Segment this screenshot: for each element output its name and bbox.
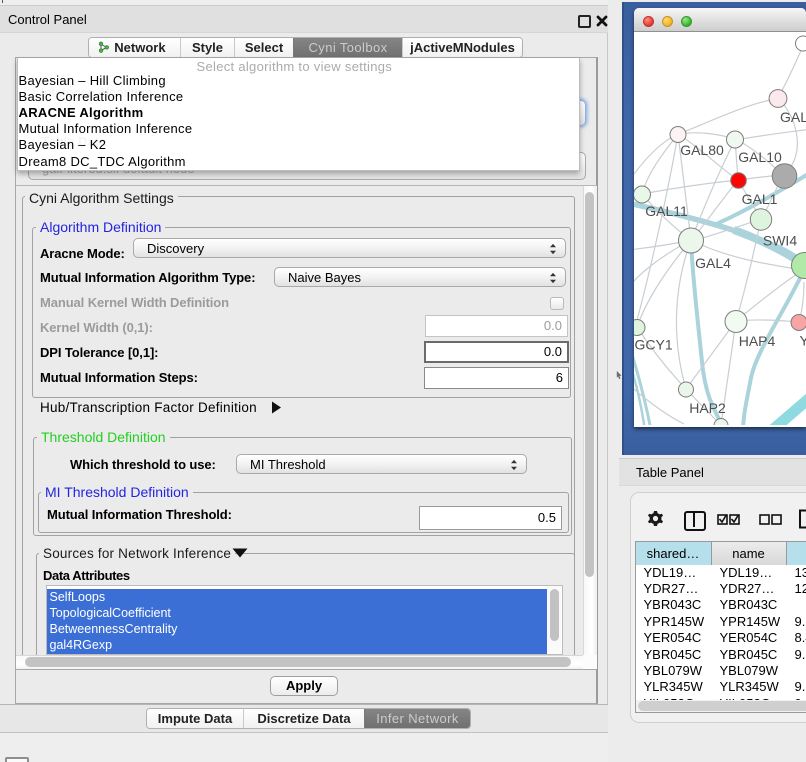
svg-text:GAL10: GAL10 xyxy=(738,149,782,165)
svg-text:GAL2: GAL2 xyxy=(780,109,806,125)
svg-text:HAP4: HAP4 xyxy=(739,333,776,349)
svg-text:GAL1: GAL1 xyxy=(742,191,778,207)
svg-text:GAL4: GAL4 xyxy=(695,255,731,271)
svg-text:YEL: YEL xyxy=(800,332,806,348)
svg-text:HAP2: HAP2 xyxy=(689,400,726,416)
svg-text:GAL11: GAL11 xyxy=(645,203,688,219)
svg-text:GCY1: GCY1 xyxy=(635,336,673,352)
svg-text:GAL80: GAL80 xyxy=(680,142,724,158)
svg-text:SWI4: SWI4 xyxy=(763,232,797,248)
